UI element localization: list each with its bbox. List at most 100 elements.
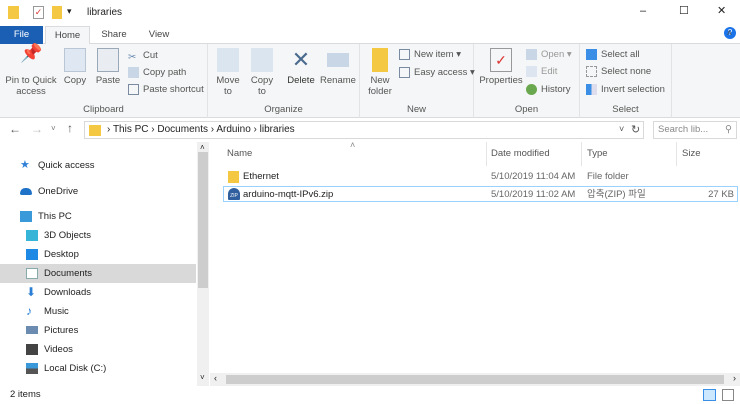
- delete-button[interactable]: ✕ Delete: [284, 48, 318, 87]
- nav-downloads[interactable]: ⬇ Downloads: [0, 283, 196, 302]
- properties-quick-icon[interactable]: ✓: [33, 6, 44, 19]
- tab-home[interactable]: Home: [45, 26, 90, 45]
- tab-file[interactable]: File: [0, 26, 43, 44]
- minimize-button[interactable]: –: [640, 5, 646, 17]
- maximize-button[interactable]: ☐: [679, 4, 689, 17]
- large-icons-view-icon[interactable]: [722, 389, 734, 401]
- nav-documents[interactable]: Documents: [0, 264, 196, 283]
- column-header-name[interactable]: Name: [227, 148, 252, 159]
- copy-path-icon: [128, 66, 139, 78]
- scrollbar-thumb[interactable]: [226, 375, 724, 384]
- open-label: Open: [514, 104, 539, 115]
- history-button[interactable]: History: [526, 82, 571, 98]
- new-folder-button[interactable]: New folder: [364, 48, 396, 97]
- title-bar: ✓ ▾ libraries – ☐ ✕: [0, 0, 740, 26]
- nav-pictures[interactable]: Pictures: [0, 321, 196, 340]
- column-header-date[interactable]: Date modified: [491, 148, 550, 159]
- nav-local-disk-c[interactable]: Local Disk (C:): [0, 359, 196, 378]
- cut-button[interactable]: ✂ Cut: [128, 48, 158, 64]
- new-item-button[interactable]: New item ▾: [399, 47, 461, 63]
- search-input[interactable]: Search lib... ⚲: [653, 121, 737, 139]
- breadcrumb-arduino[interactable]: Arduino: [216, 124, 250, 135]
- download-arrow-icon: ⬇: [26, 284, 37, 299]
- copy-to-button[interactable]: Copy to: [246, 48, 278, 97]
- select-none-icon: [586, 65, 597, 77]
- column-divider[interactable]: [486, 142, 487, 166]
- column-header-type[interactable]: Type: [587, 148, 608, 159]
- copy-icon: [64, 48, 86, 72]
- nav-scrollbar[interactable]: ˄ ˅: [197, 142, 209, 386]
- move-to-icon: [217, 48, 239, 72]
- back-button[interactable]: ←: [9, 122, 21, 136]
- rename-button[interactable]: Rename: [320, 48, 356, 86]
- select-group: Select all Select none Invert selection …: [580, 44, 672, 118]
- breadcrumb-this-pc[interactable]: This PC: [113, 124, 149, 135]
- file-size: 27 KB: [708, 189, 734, 200]
- close-button[interactable]: ✕: [717, 4, 726, 17]
- file-row[interactable]: Ethernet 5/10/2019 11:04 AM File folder: [223, 169, 738, 185]
- nav-videos[interactable]: Videos: [0, 340, 196, 359]
- nav-3d-objects[interactable]: 3D Objects: [0, 226, 196, 245]
- move-to-button[interactable]: Move to: [212, 48, 244, 97]
- nav-quick-access[interactable]: ★ Quick access: [0, 156, 196, 175]
- invert-selection-icon: [586, 83, 597, 95]
- recent-locations-button[interactable]: ˅: [51, 124, 56, 133]
- properties-button[interactable]: ✓ Properties: [478, 48, 524, 86]
- paste-button[interactable]: Paste: [93, 48, 123, 86]
- column-divider[interactable]: [676, 142, 677, 166]
- scroll-right-arrow-icon[interactable]: ›: [733, 373, 736, 383]
- forward-button[interactable]: →: [31, 122, 43, 136]
- copy-path-button[interactable]: Copy path: [128, 65, 186, 81]
- column-divider[interactable]: [581, 142, 582, 166]
- new-folder-quick-icon[interactable]: [52, 6, 62, 19]
- properties-icon: ✓: [490, 48, 512, 72]
- address-dropdown-icon[interactable]: ˅: [619, 124, 624, 134]
- tab-share[interactable]: Share: [92, 26, 136, 44]
- address-bar[interactable]: › This PC › Documents › Arduino › librar…: [84, 121, 644, 139]
- paste-shortcut-button[interactable]: Paste shortcut: [128, 82, 204, 98]
- easy-access-button[interactable]: Easy access ▾: [399, 65, 475, 81]
- refresh-icon[interactable]: ↻: [631, 123, 640, 136]
- new-label: New: [406, 104, 426, 115]
- nav-this-pc[interactable]: This PC: [0, 207, 196, 226]
- pin-to-quick-access-button[interactable]: 📌 Pin to Quick access: [4, 44, 58, 97]
- nav-music[interactable]: ♪ Music: [0, 302, 196, 321]
- scroll-left-arrow-icon[interactable]: ‹: [214, 373, 217, 383]
- history-icon: [526, 83, 537, 95]
- breadcrumb-documents[interactable]: Documents: [157, 124, 208, 135]
- details-view-icon[interactable]: [703, 389, 716, 401]
- folder-icon: [8, 6, 19, 19]
- file-type: 압축(ZIP) 파일: [587, 189, 646, 200]
- scrollbar-thumb[interactable]: [198, 152, 208, 288]
- cloud-icon: [20, 187, 32, 195]
- tab-view[interactable]: View: [138, 26, 180, 44]
- breadcrumb-libraries[interactable]: libraries: [260, 124, 295, 135]
- scroll-down-arrow-icon[interactable]: ˅: [200, 373, 205, 382]
- edit-button[interactable]: Edit: [526, 64, 557, 80]
- horizontal-scrollbar[interactable]: ‹ ›: [210, 373, 740, 386]
- up-button[interactable]: ↑: [67, 121, 73, 135]
- select-none-button[interactable]: Select none: [586, 64, 651, 80]
- open-button[interactable]: Open ▾: [526, 47, 572, 63]
- column-header-size[interactable]: Size: [682, 148, 700, 159]
- music-note-icon: ♪: [26, 303, 32, 318]
- computer-icon: [20, 210, 32, 222]
- file-row[interactable]: ZIP arduino-mqtt-IPv6.zip 5/10/2019 11:0…: [223, 186, 738, 202]
- star-icon: ★: [20, 158, 30, 171]
- copy-button[interactable]: Copy: [60, 48, 90, 86]
- breadcrumb: › This PC › Documents › Arduino › librar…: [107, 124, 295, 135]
- nav-onedrive[interactable]: OneDrive: [0, 182, 196, 201]
- collapse-ribbon-icon[interactable]: ˄: [727, 28, 732, 38]
- customize-toolbar-icon[interactable]: ▾: [67, 6, 72, 17]
- nav-desktop[interactable]: Desktop: [0, 245, 196, 264]
- zip-file-icon: ZIP: [228, 188, 240, 200]
- scroll-up-arrow-icon[interactable]: ˄: [200, 143, 205, 152]
- invert-selection-button[interactable]: Invert selection: [586, 82, 665, 98]
- window-title: libraries: [87, 7, 123, 18]
- folder-icon: [228, 171, 239, 183]
- clipboard-label: Clipboard: [83, 104, 124, 115]
- file-name: Ethernet: [243, 171, 279, 182]
- select-label: Select: [612, 104, 639, 115]
- desktop-icon: [26, 248, 38, 260]
- select-all-button[interactable]: Select all: [586, 47, 640, 63]
